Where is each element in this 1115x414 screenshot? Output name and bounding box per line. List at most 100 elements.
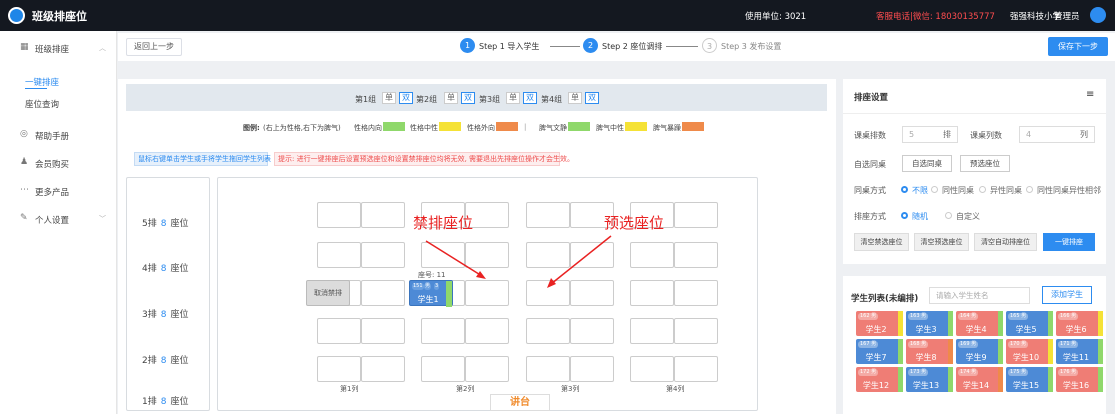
arrow-line	[425, 240, 483, 277]
clear-banned-button[interactable]: 清空禁选座位	[854, 233, 909, 251]
cols-value: 4	[1026, 130, 1032, 139]
student-name: 学生9	[965, 353, 987, 362]
arrow-head	[547, 278, 556, 288]
rows-value: 5	[909, 130, 915, 139]
radio-same-adjacent[interactable]	[1026, 186, 1033, 193]
student-card[interactable]: 173 男学生13	[906, 367, 953, 392]
temper-indicator	[998, 339, 1003, 364]
student-card[interactable]: 166 男学生6	[1056, 311, 1103, 336]
temper-indicator	[898, 367, 903, 392]
clear-auto-button[interactable]: 清空自动排座位	[974, 233, 1037, 251]
cols-unit: 列	[1080, 130, 1088, 139]
student-card[interactable]: 168 男学生8	[906, 339, 953, 364]
temper-indicator	[898, 339, 903, 364]
radio-label: 同性同桌异性相邻	[1037, 186, 1101, 195]
temper-indicator	[898, 311, 903, 336]
preselect-seat-button[interactable]: 预选座位	[960, 155, 1010, 172]
student-card[interactable]: 167 男学生7	[856, 339, 903, 364]
temper-indicator	[1098, 367, 1103, 392]
student-card[interactable]: 169 男学生9	[956, 339, 1003, 364]
temper-indicator	[948, 339, 953, 364]
student-tag: 174 男	[958, 369, 979, 376]
settings-title: 排座设置	[854, 93, 889, 103]
student-card[interactable]: 165 男学生5	[1006, 311, 1053, 336]
student-name: 学生12	[862, 381, 890, 390]
auto-seat-button[interactable]: 一键排座	[1043, 233, 1095, 251]
rows-unit: 排	[943, 130, 951, 139]
radio-random[interactable]	[901, 212, 908, 219]
student-name: 学生16	[1062, 381, 1090, 390]
student-card[interactable]: 171 男学生11	[1056, 339, 1103, 364]
student-tag: 165 男	[1008, 313, 1029, 320]
student-card[interactable]: 164 男学生4	[956, 311, 1003, 336]
student-search-input[interactable]: 请输入学生姓名	[929, 287, 1030, 304]
temper-indicator	[998, 311, 1003, 336]
self-select-button[interactable]: 自选同桌	[902, 155, 952, 172]
student-list-title: 学生列表(未编排)	[851, 294, 919, 304]
temper-indicator	[998, 367, 1003, 392]
radio-label: 同性同桌	[942, 186, 974, 195]
student-tag: 167 男	[858, 341, 879, 348]
student-name: 学生11	[1062, 353, 1090, 362]
arrow-line	[550, 235, 612, 285]
add-student-button[interactable]: 添加学生	[1042, 286, 1092, 304]
radio-same-gender[interactable]	[931, 186, 938, 193]
student-name: 学生10	[1012, 353, 1040, 362]
student-tag: 170 男	[1008, 341, 1029, 348]
temper-indicator	[1048, 339, 1053, 364]
rows-input[interactable]: 5排	[902, 126, 958, 143]
student-card[interactable]: 170 男学生10	[1006, 339, 1053, 364]
student-tag: 171 男	[1058, 341, 1079, 348]
temper-indicator	[1048, 367, 1053, 392]
student-name: 学生6	[1065, 325, 1087, 334]
cols-label: 课桌列数	[970, 131, 1002, 140]
student-name: 学生13	[912, 381, 940, 390]
radio-label: 异性同桌	[990, 186, 1022, 195]
temper-indicator	[1098, 311, 1103, 336]
temper-indicator	[948, 367, 953, 392]
temper-indicator	[948, 311, 953, 336]
student-tag: 162 男	[858, 313, 879, 320]
student-tag: 166 男	[1058, 313, 1079, 320]
student-name: 学生8	[915, 353, 937, 362]
student-tag: 163 男	[908, 313, 929, 320]
method-label: 排座方式	[854, 212, 886, 221]
rows-label: 课桌排数	[854, 131, 886, 140]
student-card[interactable]: 175 男学生15	[1006, 367, 1053, 392]
student-card[interactable]: 162 男学生2	[856, 311, 903, 336]
arrow-head	[476, 271, 486, 279]
student-tag: 164 男	[958, 313, 979, 320]
student-tag: 173 男	[908, 369, 929, 376]
menu-icon[interactable]: ≡	[1086, 89, 1094, 100]
student-tag: 168 男	[908, 341, 929, 348]
self-select-label: 自选同桌	[854, 160, 886, 169]
student-name: 学生14	[962, 381, 990, 390]
student-tag: 172 男	[858, 369, 879, 376]
student-name: 学生4	[965, 325, 987, 334]
student-tag: 175 男	[1008, 369, 1029, 376]
student-tag: 176 男	[1058, 369, 1079, 376]
student-list-panel: 学生列表(未编排) 请输入学生姓名 添加学生 162 男学生2 163 男学生3 1…	[843, 276, 1106, 414]
radio-label: 随机	[912, 212, 928, 221]
student-name: 学生15	[1012, 381, 1040, 390]
student-tag: 169 男	[958, 341, 979, 348]
radio-label: 自定义	[956, 212, 980, 221]
temper-indicator	[1048, 311, 1053, 336]
radio-custom[interactable]	[945, 212, 952, 219]
radio-label: 不限	[912, 186, 928, 195]
student-card[interactable]: 176 男学生16	[1056, 367, 1103, 392]
temper-indicator	[1098, 339, 1103, 364]
radio-no-limit[interactable]	[901, 186, 908, 193]
student-name: 学生7	[865, 353, 887, 362]
clear-preselect-button[interactable]: 清空预选座位	[914, 233, 969, 251]
divider	[843, 113, 1106, 114]
deskmate-label: 同桌方式	[854, 186, 886, 195]
student-card[interactable]: 172 男学生12	[856, 367, 903, 392]
student-name: 学生3	[915, 325, 937, 334]
student-card[interactable]: 174 男学生14	[956, 367, 1003, 392]
student-card[interactable]: 163 男学生3	[906, 311, 953, 336]
student-name: 学生5	[1015, 325, 1037, 334]
radio-mixed-gender[interactable]	[979, 186, 986, 193]
cols-input[interactable]: 4列	[1019, 126, 1095, 143]
student-name: 学生2	[865, 325, 887, 334]
